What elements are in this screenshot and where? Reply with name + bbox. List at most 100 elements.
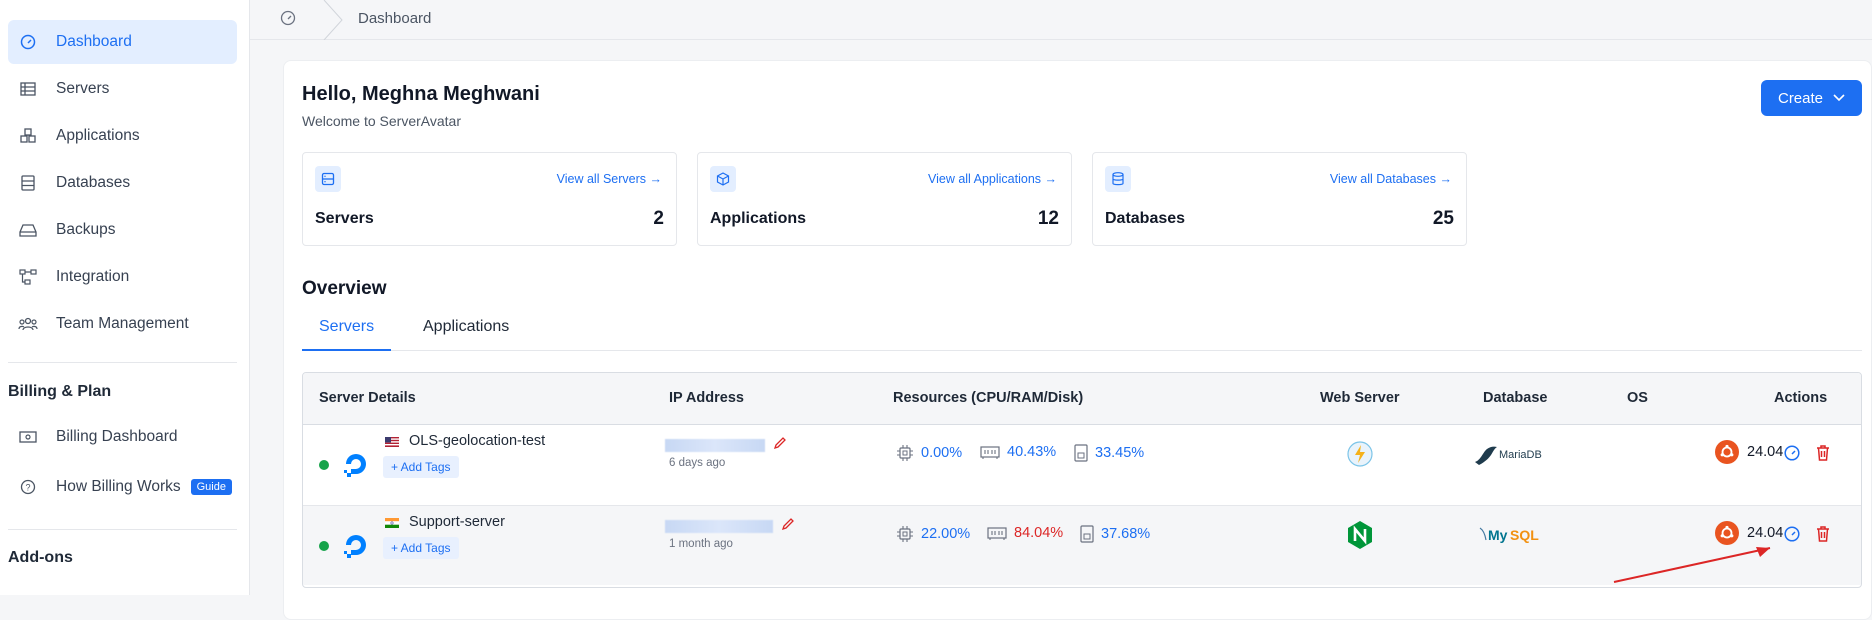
- sidebar-item-label: Billing Dashboard: [56, 428, 178, 445]
- table-header: Server Details IP Address Resources (CPU…: [303, 373, 1861, 425]
- sidebar-item-billing-dashboard[interactable]: Billing Dashboard: [8, 415, 237, 459]
- gauge-icon: [18, 32, 38, 52]
- server-name[interactable]: Support-server: [409, 514, 505, 530]
- ip-address-redacted: [665, 439, 765, 452]
- arrow-right-icon: →: [1044, 172, 1058, 186]
- sidebar-item-backups[interactable]: Backups: [8, 208, 237, 252]
- breadcrumb-separator-icon: [323, 0, 343, 40]
- india-flag-icon: [385, 518, 399, 528]
- database-icon: [18, 173, 38, 193]
- cpu-icon: [897, 445, 913, 461]
- add-tags-button[interactable]: + Add Tags: [383, 456, 459, 478]
- addons-section-title: Add-ons: [8, 549, 73, 566]
- ram-icon: [987, 527, 1007, 540]
- edit-pencil-icon[interactable]: [773, 436, 787, 450]
- stat-count: 2: [653, 208, 664, 229]
- view-all-servers-link[interactable]: View all Servers →: [557, 172, 662, 186]
- server-list-icon: [18, 79, 38, 99]
- mariadb-logo-icon: MariaDB: [1475, 446, 1542, 465]
- sidebar-item-servers[interactable]: Servers: [8, 67, 237, 111]
- sidebar-item-label: Integration: [56, 268, 130, 285]
- server-icon: [315, 166, 341, 192]
- sidebar-item-databases[interactable]: Databases: [8, 161, 237, 205]
- disk-icon: [1074, 444, 1088, 462]
- sidebar-item-label: Backups: [56, 221, 116, 238]
- money-icon: [18, 427, 38, 447]
- delete-trash-icon[interactable]: [1815, 525, 1831, 543]
- disk-icon: [1080, 525, 1094, 543]
- svg-text:?: ?: [25, 483, 30, 493]
- breadcrumb: Dashboard: [250, 0, 1872, 40]
- sidebar-item-label: Team Management: [56, 315, 189, 332]
- table-row[interactable]: OLS-geolocation-test + Add Tags 6 days a…: [303, 425, 1861, 505]
- stat-name: Databases: [1105, 210, 1186, 227]
- sidebar-item-dashboard[interactable]: Dashboard: [8, 20, 237, 64]
- os-version: 24.04: [1715, 440, 1783, 464]
- digitalocean-logo-icon: [344, 454, 366, 477]
- tab-servers[interactable]: Servers: [319, 318, 374, 336]
- sidebar-item-label: Servers: [56, 80, 110, 97]
- sidebar-item-team-management[interactable]: Team Management: [8, 302, 237, 346]
- column-header: Web Server: [1320, 390, 1400, 406]
- ram-icon: [980, 446, 1000, 459]
- greeting-title: Hello, Meghna Meghwani: [302, 83, 540, 105]
- drive-icon: [18, 220, 38, 240]
- dashboard-home-icon[interactable]: [280, 10, 296, 31]
- view-all-applications-link[interactable]: View all Applications →: [928, 172, 1057, 186]
- sidebar-item-how-billing-works[interactable]: ? How Billing Works Guide: [8, 465, 237, 509]
- dashboard-action-icon[interactable]: [1783, 444, 1801, 462]
- digitalocean-logo-icon: [344, 535, 366, 558]
- column-header: OS: [1627, 390, 1648, 406]
- view-all-databases-link[interactable]: View all Databases →: [1330, 172, 1452, 186]
- add-tags-button[interactable]: + Add Tags: [383, 537, 459, 559]
- svg-text:My: My: [1488, 527, 1508, 543]
- column-header: Server Details: [319, 390, 416, 406]
- ip-added-time: 1 month ago: [669, 538, 733, 550]
- tabs-divider: [302, 350, 1862, 351]
- sidebar-item-integration[interactable]: Integration: [8, 255, 237, 299]
- ram-usage: 84.04%: [987, 525, 1063, 541]
- column-header: Actions: [1774, 390, 1828, 406]
- stat-count: 25: [1432, 208, 1454, 229]
- litespeed-logo-icon: [1347, 441, 1373, 467]
- database-icon: [1105, 166, 1131, 192]
- help-icon: ?: [18, 477, 38, 497]
- sidebar-divider: [8, 362, 237, 363]
- sidebar-item-label: How Billing Works: [56, 478, 181, 495]
- disk-usage: 37.68%: [1080, 525, 1150, 543]
- column-header: Database: [1483, 390, 1548, 406]
- sidebar-item-label: Dashboard: [56, 33, 132, 50]
- cpu-icon: [897, 526, 913, 542]
- chevron-down-icon: [1833, 94, 1845, 102]
- integration-icon: [18, 267, 38, 287]
- welcome-subtitle: Welcome to ServerAvatar: [302, 113, 461, 129]
- arrow-right-icon: →: [1439, 172, 1453, 186]
- cube-icon: [710, 166, 736, 192]
- status-online-dot: [319, 541, 329, 551]
- dashboard-action-icon[interactable]: [1783, 525, 1801, 543]
- sidebar-divider: [8, 529, 237, 530]
- applications-stat-card: View all Applications → Applications 12: [697, 152, 1072, 246]
- mysql-logo-icon: My SQL: [1479, 527, 1539, 543]
- server-name[interactable]: OLS-geolocation-test: [409, 433, 545, 449]
- servers-stat-card: View all Servers → Servers 2: [302, 152, 677, 246]
- nginx-logo-icon: [1348, 521, 1372, 549]
- column-header: IP Address: [669, 390, 744, 406]
- arrow-right-icon: →: [649, 172, 663, 186]
- create-button[interactable]: Create: [1761, 80, 1862, 116]
- delete-trash-icon[interactable]: [1815, 444, 1831, 462]
- column-header: Resources (CPU/RAM/Disk): [893, 390, 1084, 406]
- disk-usage: 33.45%: [1074, 444, 1144, 462]
- guide-badge[interactable]: Guide: [190, 479, 232, 495]
- sidebar-item-applications[interactable]: Applications: [8, 114, 237, 158]
- stat-name: Applications: [710, 210, 807, 227]
- tab-applications[interactable]: Applications: [423, 318, 509, 336]
- edit-pencil-icon[interactable]: [781, 517, 795, 531]
- stat-count: 12: [1037, 208, 1059, 229]
- ram-usage: 40.43%: [980, 444, 1056, 460]
- us-flag-icon: [385, 437, 399, 447]
- databases-stat-card: View all Databases → Databases 25: [1092, 152, 1467, 246]
- billing-section-title: Billing & Plan: [8, 383, 112, 400]
- cpu-usage: 0.00%: [896, 444, 962, 462]
- svg-text:MariaDB: MariaDB: [1499, 449, 1542, 461]
